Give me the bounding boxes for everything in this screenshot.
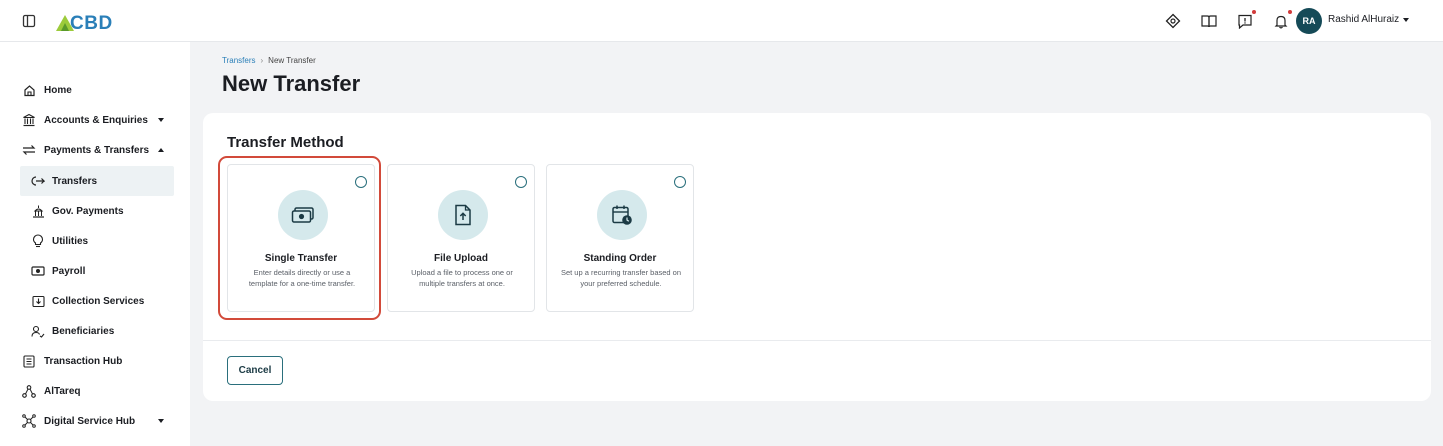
sidebar-item-label: Home <box>44 84 72 96</box>
beneficiaries-icon <box>31 324 45 338</box>
transfers-icon <box>31 174 45 188</box>
chevron-down-icon <box>158 419 164 423</box>
notification-dot <box>1252 10 1256 14</box>
transaction-hub-icon <box>22 354 36 368</box>
chevron-up-icon <box>158 148 164 152</box>
transfer-method-card: Transfer Method Single Transfer Enter de… <box>203 113 1431 401</box>
file-upload-icon <box>438 190 488 240</box>
sidebar-item-utilities[interactable]: Utilities <box>0 226 190 256</box>
sidebar-item-collection-services[interactable]: Collection Services <box>0 286 190 316</box>
option-file-upload[interactable]: File Upload Upload a file to process one… <box>387 164 535 312</box>
money-icon <box>278 190 328 240</box>
divider <box>203 340 1431 341</box>
government-icon <box>31 204 45 218</box>
bulb-icon <box>31 234 45 248</box>
option-title: File Upload <box>434 253 488 264</box>
breadcrumb: Transfers › New Transfer <box>222 56 316 65</box>
sidebar-item-label: Gov. Payments <box>52 205 124 217</box>
sidebar-toggle-icon[interactable] <box>22 14 36 28</box>
bell-icon[interactable] <box>1269 10 1293 32</box>
sidebar-item-label: Transaction Hub <box>44 355 123 367</box>
payroll-icon <box>31 264 45 278</box>
sidebar: Home Accounts & Enquiries Payments & Tra… <box>0 42 190 446</box>
radio-standing-order[interactable] <box>674 176 686 188</box>
option-description: Upload a file to process one or multiple… <box>411 268 513 288</box>
sidebar-item-beneficiaries[interactable]: Beneficiaries <box>0 316 190 346</box>
tag-icon[interactable] <box>1161 10 1185 32</box>
sidebar-item-digital-service-hub[interactable]: Digital Service Hub <box>0 406 190 436</box>
user-avatar[interactable]: RA <box>1296 8 1322 34</box>
header-icon-group <box>1149 10 1293 32</box>
digital-hub-icon <box>22 414 36 428</box>
sidebar-item-label: Beneficiaries <box>52 325 115 337</box>
sidebar-item-payments-transfers[interactable]: Payments & Transfers <box>0 135 190 165</box>
calendar-clock-icon <box>597 190 647 240</box>
logo-text: CBD <box>70 13 113 34</box>
option-description: Enter details directly or use a template… <box>248 268 356 288</box>
sidebar-item-gov-payments[interactable]: Gov. Payments <box>0 196 190 226</box>
sidebar-item-accounts-enquiries[interactable]: Accounts & Enquiries <box>0 105 190 135</box>
chevron-down-icon <box>158 118 164 122</box>
breadcrumb-current: New Transfer <box>268 56 316 65</box>
option-description: Set up a recurring transfer based on you… <box>560 268 682 288</box>
sidebar-item-label: Accounts & Enquiries <box>44 114 148 126</box>
transfer-icon <box>22 143 36 157</box>
user-menu[interactable]: Rashid AlHuraiz <box>1328 14 1410 25</box>
sidebar-item-altareq[interactable]: AlTareq <box>0 376 190 406</box>
cancel-button[interactable]: Cancel <box>227 356 283 385</box>
bank-icon <box>22 113 36 127</box>
home-icon <box>22 83 36 97</box>
option-title: Single Transfer <box>264 253 338 264</box>
breadcrumb-separator: › <box>260 56 264 65</box>
sidebar-item-label: Payroll <box>52 265 86 277</box>
radio-file-upload[interactable] <box>515 176 527 188</box>
sidebar-item-label: Payments & Transfers <box>44 144 150 156</box>
radio-single-transfer[interactable] <box>355 176 367 188</box>
option-single-transfer[interactable]: Single Transfer Enter details directly o… <box>227 164 375 312</box>
sidebar-item-label: Digital Service Hub <box>44 415 136 427</box>
sidebar-item-transaction-hub[interactable]: Transaction Hub <box>0 346 190 376</box>
sidebar-item-home[interactable]: Home <box>0 75 190 105</box>
chevron-down-icon <box>1403 17 1410 22</box>
network-icon <box>22 384 36 398</box>
user-name: Rashid AlHuraiz <box>1328 14 1400 25</box>
collection-icon <box>31 294 45 308</box>
option-standing-order[interactable]: Standing Order Set up a recurring transf… <box>546 164 694 312</box>
feedback-icon[interactable] <box>1233 10 1257 32</box>
sidebar-item-label: Utilities <box>52 235 89 247</box>
sidebar-item-label: Transfers <box>52 175 98 187</box>
cbd-logo[interactable]: CBD <box>54 9 113 33</box>
notification-dot <box>1288 10 1292 14</box>
page-title: New Transfer <box>222 71 361 96</box>
sidebar-item-label: Collection Services <box>52 295 145 307</box>
breadcrumb-link-transfers[interactable]: Transfers <box>222 56 256 65</box>
book-icon[interactable] <box>1197 10 1221 32</box>
option-title: Standing Order <box>583 253 657 264</box>
sidebar-item-transfers[interactable]: Transfers <box>20 166 174 196</box>
section-title: Transfer Method <box>227 134 344 151</box>
sidebar-item-label: AlTareq <box>44 385 81 397</box>
top-bar: CBD RA Rashid AlHuraiz <box>0 0 1443 42</box>
sidebar-item-payroll[interactable]: Payroll <box>0 256 190 286</box>
